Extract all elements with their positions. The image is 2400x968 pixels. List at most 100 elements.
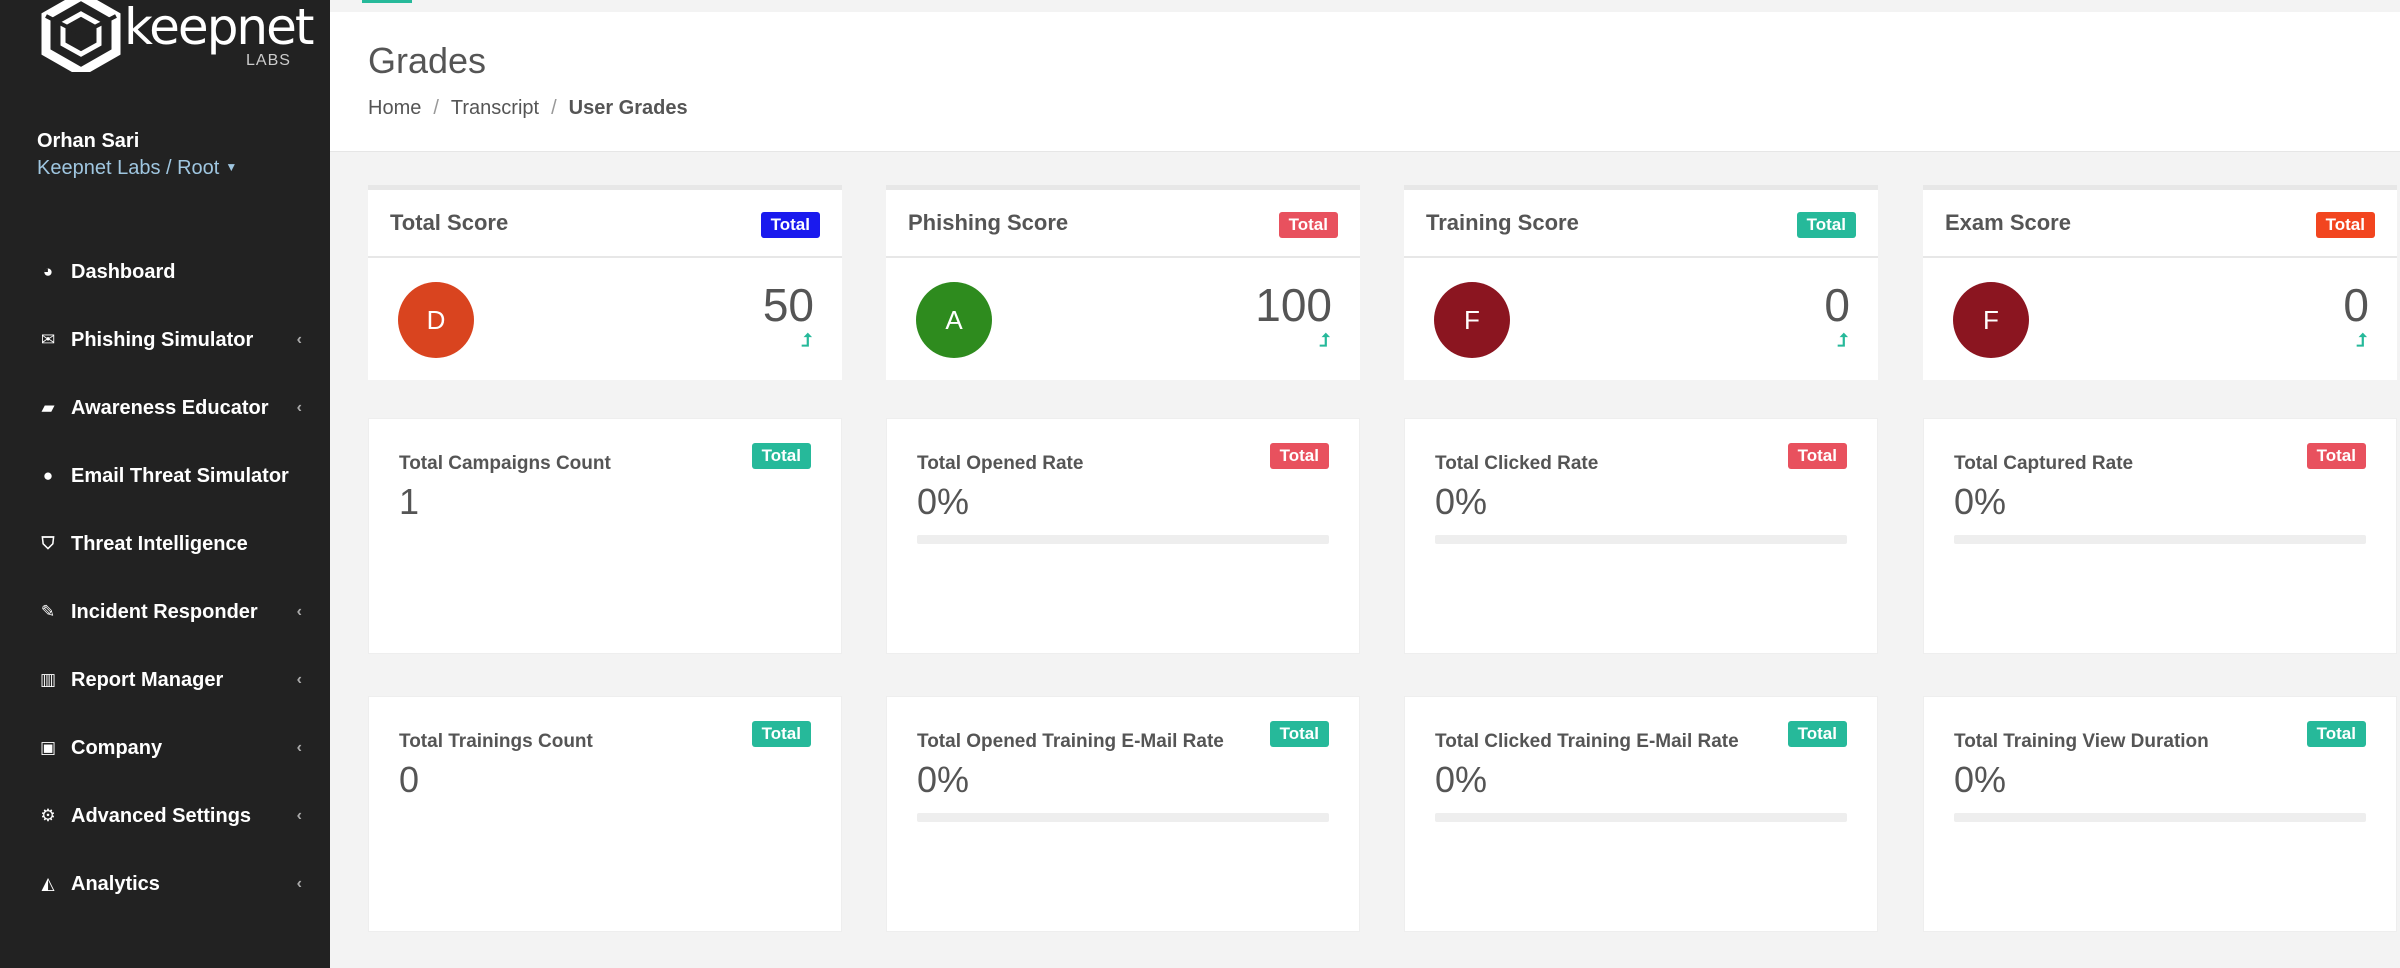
score-title: Training Score (1426, 210, 1579, 235)
sidebar-item-phishing-simulator[interactable]: ✉ Phishing Simulator ‹ (0, 306, 330, 374)
chevron-left-icon: ‹ (296, 807, 302, 824)
score-card-header: Training Score Total (1404, 190, 1878, 258)
progress-bar (1435, 813, 1847, 822)
page-header: Grades Home / Transcript / User Grades (330, 12, 2400, 152)
sidebar-item-label: Threat Intelligence (71, 532, 248, 555)
user-org-dropdown[interactable]: Keepnet Labs / Root ▼ (37, 157, 237, 180)
grade-circle: D (398, 282, 474, 358)
total-badge: Total (1278, 212, 1338, 238)
sidebar-item-label: Incident Responder (71, 600, 258, 623)
sidebar-item-advanced-settings[interactable]: ⚙ Advanced Settings ‹ (0, 782, 330, 850)
progress-bar (917, 813, 1329, 822)
sidebar-item-label: Analytics (71, 872, 160, 895)
progress-bar (1954, 535, 2366, 544)
grade-letter: D (426, 304, 446, 335)
user-name: Orhan Sari (37, 130, 140, 152)
total-badge: Total (1787, 443, 1847, 469)
sidebar-item-label: Email Threat Simulator (71, 464, 289, 487)
caret-down-icon: ▼ (225, 160, 238, 174)
stat-value: 0% (1954, 759, 2007, 800)
breadcrumb-home[interactable]: Home (368, 97, 421, 119)
stat-value: 1 (399, 481, 420, 522)
grade-letter: F (1464, 304, 1480, 335)
trend-up-icon: ⮥ (1319, 330, 1330, 350)
stat-title: Total Training View Duration (1954, 731, 2209, 752)
keepnet-logo[interactable]: keepnet LABS (36, 0, 314, 80)
total-badge: Total (1269, 721, 1329, 747)
score-value: 100 (1255, 279, 1332, 331)
breadcrumb-current: User Grades (568, 97, 688, 119)
stat-card: Total Clicked Training E-Mail Rate Total 0… (1404, 696, 1878, 932)
grade-circle: F (1434, 282, 1510, 358)
chevron-left-icon: ‹ (296, 331, 302, 348)
stat-card: Total Opened Training E-Mail Rate Total 0% (886, 696, 1360, 932)
cogs-icon: ⚙ (40, 806, 56, 825)
flame-icon: ✎ (40, 602, 56, 621)
sidebar-item-analytics[interactable]: ◭ Analytics ‹ (0, 850, 330, 918)
sidebar-item-label: Company (71, 736, 163, 759)
shield-icon: ⛉ (41, 534, 55, 553)
book-icon: ▰ (41, 398, 55, 417)
breadcrumb: Home / Transcript / User Grades (368, 97, 688, 120)
sidebar-item-email-threat-simulator[interactable]: ● Email Threat Simulator (0, 442, 330, 510)
sidebar-item-label: Advanced Settings (71, 804, 252, 827)
sidebar-item-dashboard[interactable]: ◕ Dashboard (0, 238, 330, 306)
chevron-left-icon: ‹ (296, 671, 302, 688)
stat-title: Total Campaigns Count (399, 453, 611, 474)
globe-icon: ● (42, 466, 54, 485)
logo-mark-icon (41, 0, 121, 72)
total-badge: Total (751, 443, 811, 469)
stat-value: 0% (1435, 481, 1488, 522)
stat-value: 0% (917, 481, 970, 522)
stat-title: Total Clicked Training E-Mail Rate (1435, 731, 1739, 752)
sidebar-item-label: Awareness Educator (71, 396, 269, 419)
chevron-left-icon: ‹ (296, 603, 302, 620)
sidebar-item-incident-responder[interactable]: ✎ Incident Responder ‹ (0, 578, 330, 646)
score-card-header: Total Score Total (368, 190, 842, 258)
stat-card: Total Opened Rate Total 0% (886, 418, 1360, 654)
progress-bar (1954, 813, 2366, 822)
sidebar-item-report-manager[interactable]: ▥ Report Manager ‹ (0, 646, 330, 714)
score-value: 0 (1824, 279, 1850, 331)
sidebar-item-company[interactable]: ▣ Company ‹ (0, 714, 330, 782)
breadcrumb-transcript[interactable]: Transcript (451, 97, 539, 119)
breadcrumb-separator: / (551, 97, 557, 119)
total-badge: Total (1796, 212, 1856, 238)
stat-card: Total Captured Rate Total 0% (1923, 418, 2397, 654)
stat-title: Total Clicked Rate (1435, 453, 1599, 474)
total-badge: Total (1787, 721, 1847, 747)
sidebar-menu: ◕ Dashboard ✉ Phishing Simulator ‹ ▰ Awareness… (0, 238, 330, 918)
trend-up-icon: ⮥ (1837, 330, 1848, 350)
score-title: Phishing Score (908, 210, 1069, 235)
stat-card: Total Training View Duration Total 0% (1923, 696, 2397, 932)
stat-title: Total Opened Training E-Mail Rate (917, 731, 1224, 752)
bar-chart-icon: ▥ (39, 670, 57, 689)
grade-letter: F (1983, 304, 1999, 335)
total-badge: Total (2306, 721, 2366, 747)
logo-text: keepnet (124, 0, 314, 56)
trend-up-icon: ⮥ (801, 330, 812, 350)
score-card: Phishing Score Total A 100 ⮥ (886, 185, 1360, 380)
score-card: Total Score Total D 50 ⮥ (368, 185, 842, 380)
active-indicator (362, 0, 412, 3)
score-title: Total Score (390, 210, 509, 235)
stat-title: Total Opened Rate (917, 453, 1084, 474)
trend-up-icon: ⮥ (2356, 330, 2367, 350)
total-badge: Total (2306, 443, 2366, 469)
sidebar-item-label: Dashboard (71, 260, 176, 283)
score-value: 0 (2343, 279, 2369, 331)
sidebar-item-label: Report Manager (71, 668, 224, 691)
chevron-left-icon: ‹ (296, 739, 302, 756)
grade-letter: A (945, 304, 963, 335)
grade-circle: A (916, 282, 992, 358)
sidebar-item-label: Phishing Simulator (71, 328, 254, 351)
score-card-header: Phishing Score Total (886, 190, 1360, 258)
top-strip (330, 0, 2400, 12)
user-org-label: Keepnet Labs / Root (37, 157, 220, 179)
sidebar-item-threat-intelligence[interactable]: ⛉ Threat Intelligence (0, 510, 330, 578)
stat-value: 0% (917, 759, 970, 800)
stat-value: 0% (1954, 481, 2007, 522)
sidebar-item-awareness-educator[interactable]: ▰ Awareness Educator ‹ (0, 374, 330, 442)
grade-circle: F (1953, 282, 2029, 358)
score-value: 50 (762, 279, 814, 331)
